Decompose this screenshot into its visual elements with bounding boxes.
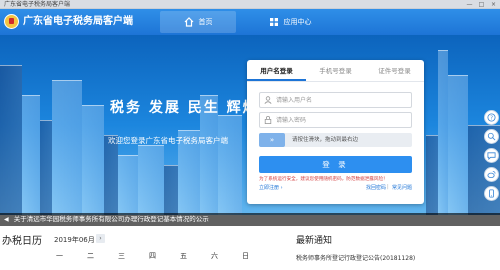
minimize-button[interactable]: —: [466, 0, 473, 9]
grid-icon: [269, 18, 278, 26]
captcha-slider: » 请按住滑块，拖动到最右边: [259, 133, 412, 147]
login-button[interactable]: 登 录: [259, 156, 412, 173]
weekday-label: 六: [211, 252, 218, 260]
window-controls: — □ ×: [466, 0, 497, 9]
security-warning: 为了系统运行安全，建议您使用随机密码，防范数据泄露风险！: [259, 177, 388, 182]
calendar-month: 2019年06月: [54, 236, 95, 244]
register-link[interactable]: 立即注册 ›: [259, 184, 283, 191]
chat-icon: [486, 152, 496, 160]
login-panel: 用户名登录 手机号登录 证件号登录 » 请按住滑块，拖动到最右边 登 录 为了系…: [247, 60, 424, 204]
calendar-title: 办税日历: [2, 236, 42, 247]
brand-title: 广东省电子税务局客户端: [23, 16, 133, 27]
bottom-panel: 办税日历 2019年06月 › 一 二 三 四 五 六 日 最新通知 税务师事务…: [0, 226, 500, 270]
tab-username-login[interactable]: 用户名登录: [247, 60, 306, 81]
weekday-label: 一: [56, 252, 63, 260]
welcome-text: 欢迎您登录广东省电子税务局客户端: [108, 136, 228, 145]
weekday-label: 日: [242, 252, 249, 260]
mobile-icon: [488, 189, 494, 198]
news-item[interactable]: 税务师事务所登记行政登记公告(20181128): [296, 253, 415, 262]
news-title: 最新通知: [296, 236, 333, 246]
tab-id-login[interactable]: 证件号登录: [365, 60, 424, 81]
slider-handle[interactable]: »: [259, 133, 285, 147]
tab-home[interactable]: 首页: [160, 11, 236, 33]
weekday-label: 四: [149, 252, 156, 260]
maximize-button[interactable]: □: [478, 0, 485, 9]
password-field: [259, 112, 412, 128]
weekday-label: 三: [118, 252, 125, 260]
close-button[interactable]: ×: [490, 0, 497, 9]
weibo-button[interactable]: [483, 167, 499, 182]
tab-app-center-label: 应用中心: [283, 18, 312, 26]
link-separator: |: [387, 184, 389, 190]
mobile-button[interactable]: [483, 186, 499, 201]
username-input[interactable]: [276, 94, 406, 106]
svg-text:?: ?: [490, 115, 493, 121]
faq-link[interactable]: 常见问题: [392, 184, 412, 191]
floating-sidebar: ?: [482, 110, 500, 220]
calendar-next-button[interactable]: ›: [96, 234, 105, 243]
tab-phone-login[interactable]: 手机号登录: [306, 60, 365, 81]
chat-button[interactable]: [483, 148, 499, 163]
question-icon: ?: [486, 113, 496, 122]
user-icon: [264, 96, 272, 104]
tax-logo-icon: [4, 14, 19, 29]
search-icon: [487, 132, 495, 141]
speaker-icon: ◀: [4, 216, 9, 223]
window-title: 广东省电子税务局客户端: [4, 1, 71, 8]
weekday-label: 五: [180, 252, 187, 260]
login-tabs: 用户名登录 手机号登录 证件号登录: [247, 60, 424, 82]
slider-hint: 请按住滑块，拖动到最右边: [292, 137, 359, 143]
app-header: 广东省电子税务局客户端 首页 应用中心: [0, 9, 500, 35]
search-button[interactable]: [483, 129, 499, 144]
username-field: [259, 92, 412, 108]
calendar-weekdays: 一 二 三 四 五 六 日: [44, 251, 261, 261]
title-bar: 广东省电子税务局客户端 — □ ×: [0, 0, 500, 9]
weibo-icon: [486, 170, 496, 179]
weekday-label: 二: [87, 252, 94, 260]
notice-text: 关于清远市华园税务师事务所有限公司办理行政登记基本情况的公示: [13, 215, 209, 223]
tab-home-label: 首页: [198, 18, 213, 26]
hero-slogan: 税务 发展 民生 辉煌: [110, 100, 259, 116]
tab-app-center[interactable]: 应用中心: [250, 11, 330, 33]
forgot-password-link[interactable]: 找回密码: [366, 184, 386, 191]
help-button[interactable]: ?: [483, 110, 499, 125]
lock-icon: [264, 116, 272, 124]
password-input[interactable]: [276, 114, 406, 126]
home-icon: [184, 17, 193, 27]
notice-bar[interactable]: ◀ 关于清远市华园税务师事务所有限公司办理行政登记基本情况的公示: [0, 213, 500, 226]
app-window: 广东省电子税务局客户端 — □ × 广东省电子税务局客户端 首页 应用中心 税务…: [0, 0, 500, 270]
